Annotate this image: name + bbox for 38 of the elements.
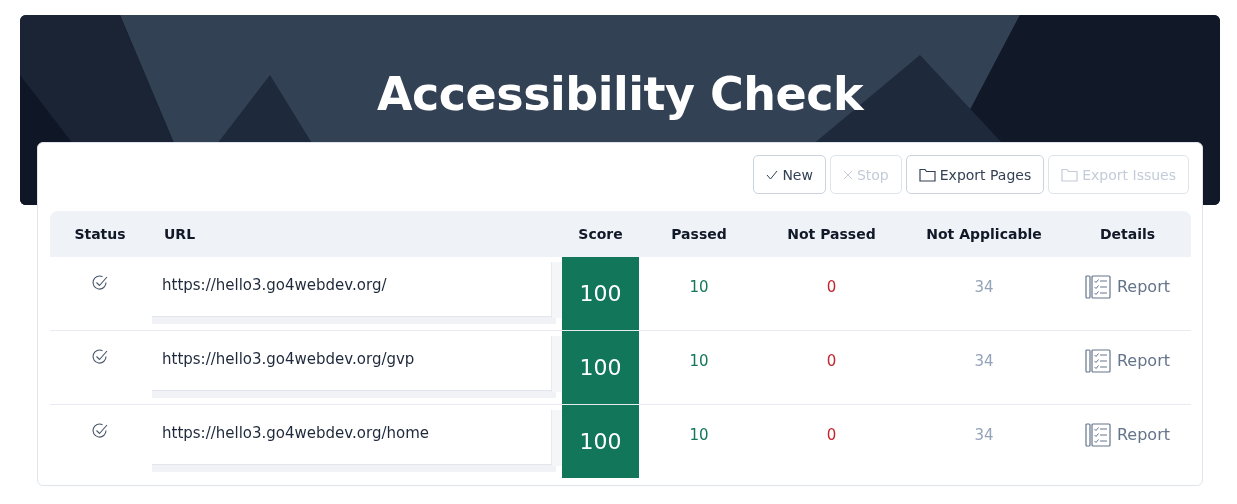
column-header: Not Passed [787,226,876,242]
check-circle-icon [91,421,109,440]
not-passed-count: 0 [826,425,837,446]
not-applicable-count: 34 [974,425,994,446]
export-button[interactable]: Export Pages [905,155,1045,194]
checklist-icon [1084,274,1111,299]
column-header: Passed [671,226,727,242]
passed-count: 10 [689,351,709,372]
column-header: Details [1099,226,1156,242]
url-text: https://hello3.go4webdev.org/home [161,423,430,442]
page-title: Accessibility Check [376,67,864,123]
report-link[interactable]: Report [1084,348,1170,387]
report-link[interactable]: Report [1084,274,1170,313]
not-applicable-count: 34 [974,277,994,298]
passed-count: 10 [689,277,709,298]
not-passed-count: 0 [826,351,837,372]
folder-icon [918,167,936,182]
checklist-icon [1084,348,1111,373]
new-button[interactable]: New [753,155,826,194]
check-circle-icon [91,347,109,366]
folder-icon [1061,167,1079,182]
report-link[interactable]: Report [1084,422,1170,461]
passed-count: 10 [689,425,709,446]
score-cell: 100 [562,405,639,478]
check-circle-icon [91,273,109,292]
score-cell: 100 [562,257,639,330]
checklist-icon [1084,422,1111,447]
url-text: https://hello3.go4webdev.org/ [161,275,388,294]
close-icon [842,169,853,180]
score-cell: 100 [562,331,639,404]
check-icon [766,169,779,180]
url-text: https://hello3.go4webdev.org/gvp [161,349,416,368]
column-header: Status [74,226,126,242]
not-passed-count: 0 [826,277,837,298]
column-header: Score [578,226,623,242]
not-applicable-count: 34 [974,351,994,372]
column-header: Not Applicable [926,226,1042,242]
column-header: URL [164,226,196,242]
